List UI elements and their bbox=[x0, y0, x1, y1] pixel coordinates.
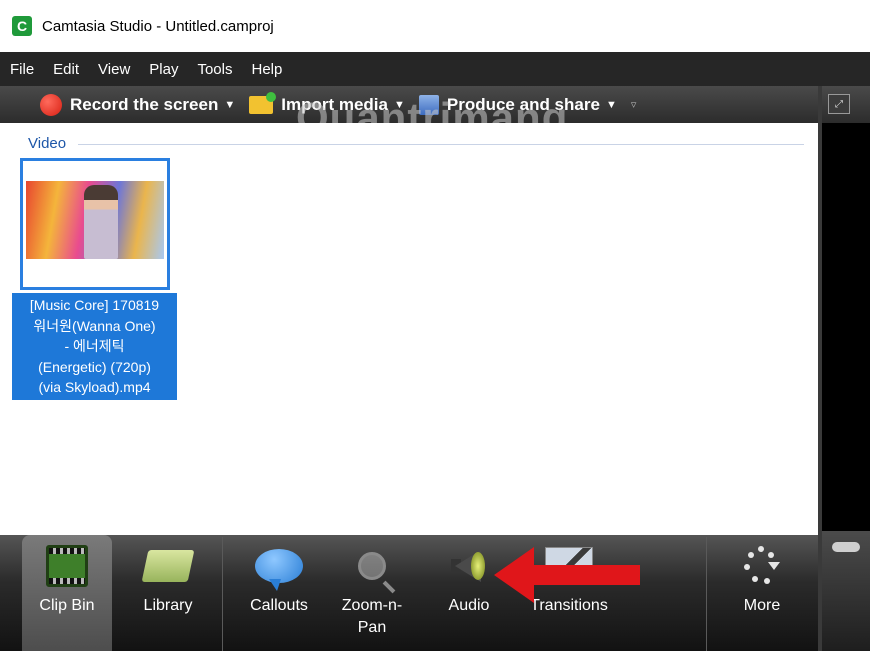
import-label: Import media bbox=[281, 94, 388, 114]
preview-size-icon[interactable]: ⤢ bbox=[828, 94, 850, 114]
record-screen-button[interactable]: Record the screen ▼ bbox=[40, 93, 236, 116]
toolbar-overflow-icon[interactable]: ▿ bbox=[631, 98, 637, 111]
import-media-button[interactable]: Import media ▼ bbox=[249, 91, 405, 115]
film-strip-icon bbox=[46, 545, 88, 587]
library-folder-icon bbox=[141, 550, 195, 582]
produce-icon bbox=[418, 94, 439, 115]
produce-share-button[interactable]: Produce and share ▼ bbox=[418, 94, 617, 115]
magnifier-icon bbox=[358, 552, 386, 580]
tab-label: Callouts bbox=[250, 597, 308, 614]
tab-callouts[interactable]: Callouts bbox=[232, 535, 326, 651]
tab-label: Clip Bin bbox=[39, 597, 95, 614]
preview-panel: ⤢ bbox=[818, 86, 870, 651]
tab-separator bbox=[222, 537, 223, 651]
chevron-down-icon: ▼ bbox=[605, 98, 617, 111]
menu-tools[interactable]: Tools bbox=[197, 61, 232, 78]
menu-file[interactable]: File bbox=[10, 61, 34, 78]
clip-filename[interactable]: [Music Core] 170819 워너원(Wanna One) - 에너제… bbox=[12, 293, 177, 400]
preview-header: ⤢ bbox=[822, 86, 870, 123]
tab-more[interactable]: More bbox=[714, 535, 810, 651]
preview-canvas[interactable] bbox=[822, 123, 870, 531]
tab-label: Library bbox=[143, 597, 193, 614]
tab-separator bbox=[706, 537, 707, 651]
group-label-video: Video bbox=[28, 135, 67, 152]
record-icon bbox=[40, 93, 62, 116]
clip-bin-area: Video [Music Core] 170819 워너원(Wanna One)… bbox=[0, 123, 818, 535]
thumbnail-bottom-strip bbox=[26, 259, 164, 285]
preview-controls bbox=[822, 531, 870, 651]
menu-play[interactable]: Play bbox=[149, 61, 178, 78]
speech-bubble-icon bbox=[255, 549, 303, 591]
menu-bar: File Edit View Play Tools Help bbox=[0, 52, 870, 86]
speaker-icon bbox=[449, 546, 489, 586]
chevron-down-icon: ▼ bbox=[393, 98, 405, 111]
video-frame-image bbox=[26, 181, 164, 259]
produce-label: Produce and share bbox=[446, 94, 600, 114]
tab-label: Audio bbox=[448, 597, 490, 614]
camtasia-app-icon: C bbox=[12, 16, 32, 36]
tab-label: More bbox=[743, 597, 781, 614]
annotation-arrow-icon bbox=[494, 547, 640, 603]
thumbnail-top-strip bbox=[26, 164, 164, 181]
main-toolbar: Record the screen ▼ Import media ▼ Produ… bbox=[0, 86, 818, 123]
group-divider bbox=[78, 144, 804, 145]
record-label: Record the screen bbox=[70, 94, 219, 114]
clip-thumbnail[interactable] bbox=[20, 158, 170, 290]
menu-edit[interactable]: Edit bbox=[53, 61, 79, 78]
title-bar: C Camtasia Studio - Untitled.camproj bbox=[0, 0, 870, 52]
more-icon bbox=[742, 546, 782, 586]
tab-label: Zoom-n- Pan bbox=[341, 597, 403, 636]
performer-figure bbox=[84, 185, 118, 259]
task-tab-bar: Clip Bin Library Callouts Zoom-n- Pan Au… bbox=[0, 535, 818, 651]
tab-clip-bin[interactable]: Clip Bin bbox=[22, 535, 112, 651]
import-folder-icon bbox=[249, 91, 277, 114]
chevron-down-icon: ▼ bbox=[224, 98, 236, 111]
menu-view[interactable]: View bbox=[98, 61, 130, 78]
menu-help[interactable]: Help bbox=[252, 61, 283, 78]
tab-library[interactable]: Library bbox=[120, 535, 216, 651]
window-title: Camtasia Studio - Untitled.camproj bbox=[42, 17, 274, 35]
tab-zoom-n-pan[interactable]: Zoom-n- Pan bbox=[330, 535, 414, 651]
playback-slider-knob[interactable] bbox=[832, 542, 860, 552]
